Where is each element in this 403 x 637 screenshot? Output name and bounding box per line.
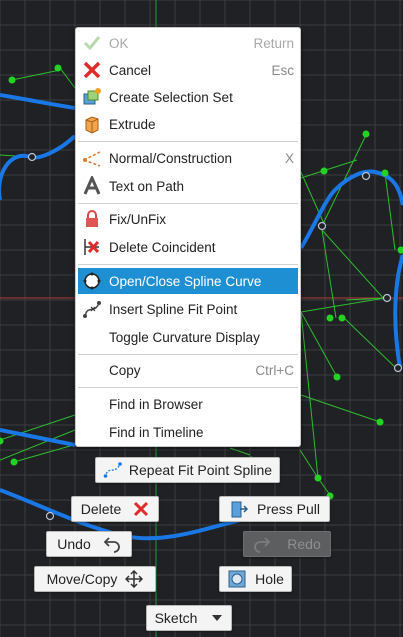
open-close-spline-icon (81, 270, 103, 292)
move-arrows-icon (125, 570, 144, 588)
menu-separator (78, 264, 298, 265)
hole-icon (227, 569, 247, 589)
menu-separator (78, 203, 298, 204)
menu-item-fix-unfix[interactable]: Fix/UnFix (78, 206, 298, 232)
menu-item-ok[interactable]: OK Return (78, 30, 298, 56)
menu-item-normal-construction[interactable]: Normal/Construction X (78, 145, 298, 171)
sketch-dropdown-button[interactable]: Sketch (146, 605, 232, 631)
menu-item-cancel[interactable]: Cancel Esc (78, 57, 298, 83)
press-pull-button[interactable]: Press Pull (219, 496, 330, 522)
delete-button[interactable]: Delete (71, 496, 159, 522)
menu-item-find-in-browser[interactable]: Find in Browser (78, 391, 298, 417)
redo-arrow-icon (253, 535, 271, 553)
menu-item-delete-coincident[interactable]: Delete Coincident (78, 234, 298, 260)
repeat-fit-point-spline-button[interactable]: Repeat Fit Point Spline (95, 457, 280, 483)
move-copy-button[interactable]: Move/Copy (34, 566, 156, 592)
context-menu: OK Return Cancel Esc Create Selection Se… (75, 27, 301, 447)
insert-fit-point-icon (81, 298, 103, 320)
menu-item-find-in-timeline[interactable]: Find in Timeline (78, 419, 298, 445)
menu-item-extrude[interactable]: Extrude (78, 111, 298, 137)
menu-item-toggle-curvature-display[interactable]: Toggle Curvature Display (78, 324, 298, 350)
red-x-icon (133, 501, 149, 517)
selection-set-icon (81, 86, 103, 108)
menu-item-create-selection-set[interactable]: Create Selection Set (78, 84, 298, 110)
lock-icon (81, 208, 103, 230)
extrude-icon (81, 113, 103, 135)
undo-arrow-icon (103, 535, 121, 553)
menu-separator (78, 141, 298, 142)
undo-button[interactable]: Undo (46, 531, 132, 557)
checkmark-icon (81, 32, 103, 54)
press-pull-icon (229, 499, 249, 519)
fit-point-spline-icon (103, 460, 123, 480)
redo-button[interactable]: Redo (243, 531, 331, 557)
hole-button[interactable]: Hole (219, 566, 292, 592)
chevron-down-icon (211, 613, 223, 623)
delete-coincident-icon (81, 236, 103, 258)
menu-item-open-close-spline[interactable]: Open/Close Spline Curve (78, 268, 298, 294)
menu-item-text-on-path[interactable]: Text on Path (78, 173, 298, 199)
menu-separator (78, 387, 298, 388)
menu-separator (78, 354, 298, 355)
red-x-icon (81, 59, 103, 81)
text-a-icon (81, 175, 103, 197)
menu-item-insert-spline-fit-point[interactable]: Insert Spline Fit Point (78, 296, 298, 322)
construction-line-icon (81, 147, 103, 169)
menu-item-copy[interactable]: Copy Ctrl+C (78, 357, 298, 383)
